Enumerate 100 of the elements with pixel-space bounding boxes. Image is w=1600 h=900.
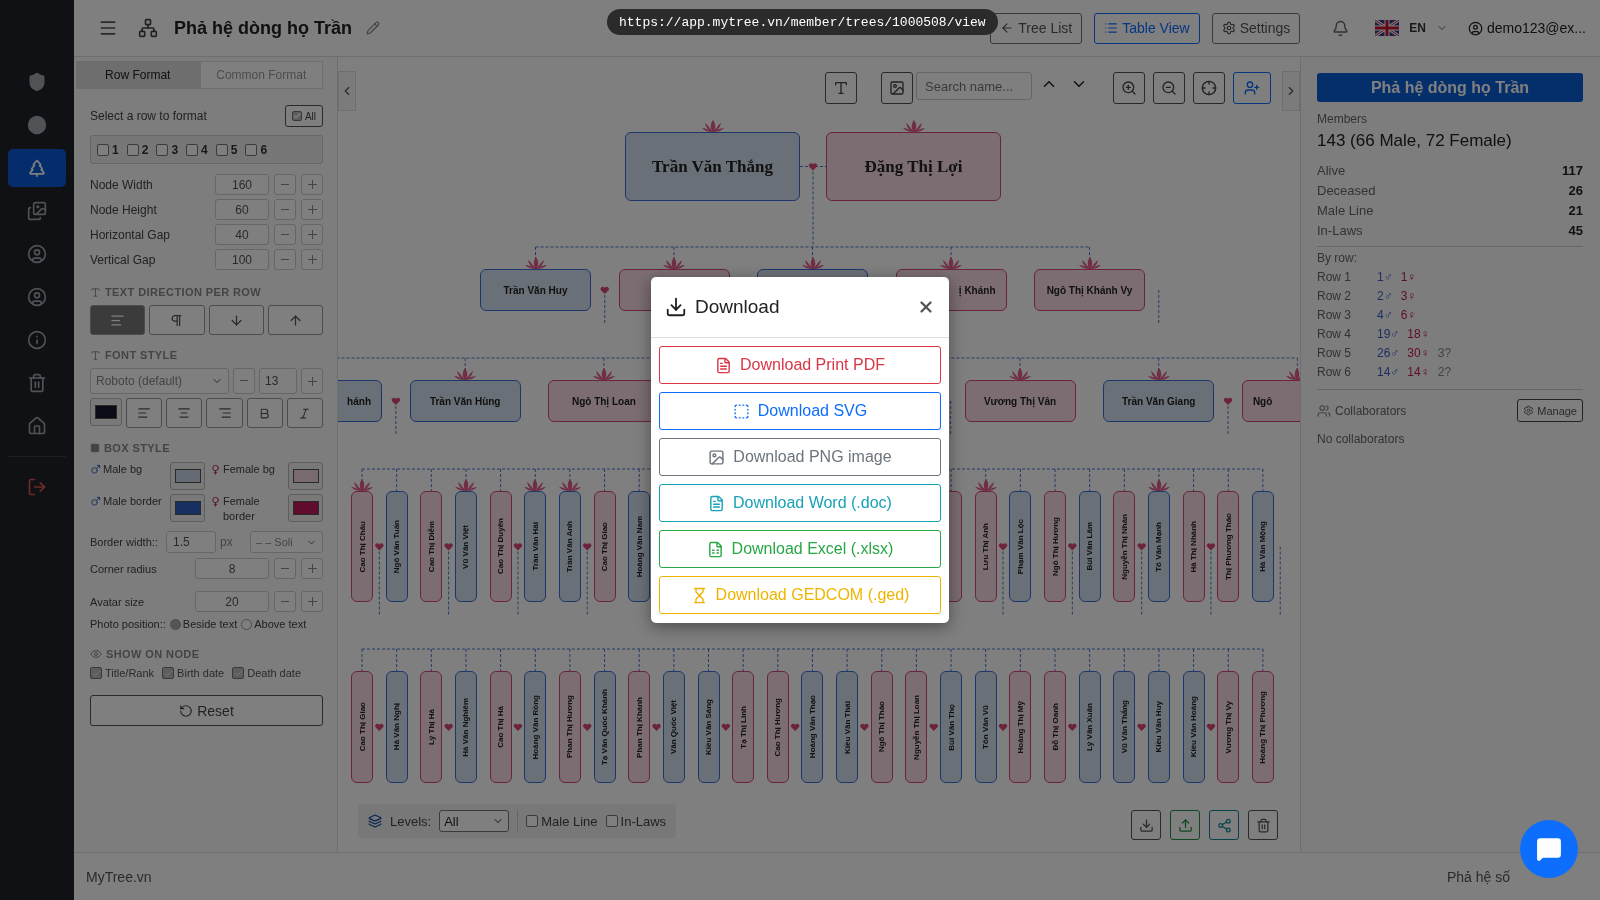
person-node[interactable]: Bùi Văn Lâm <box>1078 491 1101 602</box>
number-field[interactable]: 160 <box>215 174 269 195</box>
person-node[interactable]: Tạ Văn Quốc Khánh <box>593 671 616 783</box>
field-label: Horizontal Gap <box>90 227 172 242</box>
unknown-count: 3? <box>1437 346 1452 360</box>
field-label: Photo position:: <box>90 618 166 630</box>
person-node[interactable]: Thị Phương Thảo <box>1217 491 1240 602</box>
reset-button[interactable]: Reset <box>90 695 323 726</box>
person-node[interactable]: Vương Thị Vy <box>1217 671 1240 783</box>
toolbar-button[interactable]: Table View <box>1094 12 1200 44</box>
person-node[interactable]: Vũ Văn Thắng <box>1113 671 1136 783</box>
border-style-select[interactable]: – – Soli <box>250 531 323 553</box>
footer-brand[interactable]: MyTree.vn <box>86 868 152 885</box>
person-node[interactable]: Ngô Văn Tuấn <box>385 491 408 602</box>
person-node[interactable]: Kiều Văn Thái <box>836 671 859 783</box>
font-size-field[interactable]: 13 <box>259 368 297 394</box>
person-node[interactable]: Hà Văn Nghị <box>385 671 408 783</box>
tab[interactable]: Row Format <box>76 61 200 89</box>
person-node[interactable]: Hà Văn Mộng <box>1251 491 1274 602</box>
person-node[interactable]: Phạm Văn Lộc <box>1009 491 1032 602</box>
person-name: Cao Thị Hà <box>496 706 506 748</box>
person-node[interactable]: Đặng Thị Lợi <box>826 132 1001 201</box>
person-node[interactable]: Phan Thị Khánh <box>628 671 651 783</box>
person-node[interactable]: Trần Văn Anh <box>558 491 581 602</box>
person-name: Vương Thị Vân <box>983 395 1057 407</box>
person-node[interactable]: Cao Thị Giao <box>351 671 373 783</box>
person-node[interactable]: Trần Văn Giang <box>1103 380 1215 422</box>
person-node[interactable]: Vũ Văn Việt <box>454 491 477 602</box>
person-node[interactable]: Trần Văn Huy <box>480 269 591 311</box>
person-node[interactable]: Lưu Thị Anh <box>974 491 997 602</box>
person-node[interactable]: Văn Quốc Việt <box>662 671 685 783</box>
person-node[interactable]: Đỗ Thị Oanh <box>1044 671 1066 783</box>
person-node[interactable]: Tôn Văn Vũ <box>974 671 997 783</box>
person-node[interactable]: Ngô <box>1241 380 1300 422</box>
person-node[interactable]: Cao Thị Duyên <box>489 491 512 602</box>
number-field[interactable]: 8 <box>195 558 269 579</box>
person-node[interactable]: Cao Thị Diễm <box>420 491 443 602</box>
person-node[interactable]: Cao Thị Châu <box>351 491 373 602</box>
person-node[interactable]: Lý Văn Xuân <box>1078 671 1101 783</box>
person-node[interactable]: Vương Thị Vân <box>964 380 1076 422</box>
language-label[interactable]: EN <box>1409 21 1426 35</box>
search-field[interactable]: Search name... <box>916 72 1032 100</box>
number-field[interactable]: 60 <box>215 199 269 220</box>
female-count: 3♀ <box>1400 289 1417 303</box>
toolbar-button[interactable]: Settings <box>1211 12 1301 44</box>
number-field[interactable]: 100 <box>215 249 269 270</box>
person-name: ị Khánh <box>958 284 996 296</box>
person-node[interactable]: Ngô Thị Hương <box>1044 491 1066 602</box>
person-node[interactable]: Hà Thị Nhành <box>1182 491 1205 602</box>
person-name: Trần Văn Anh <box>565 520 575 573</box>
manage-button[interactable]: Manage <box>1517 399 1583 422</box>
person-name: Trần Văn Hải <box>530 522 540 571</box>
person-name: Kiều Văn Huy <box>1154 701 1164 753</box>
font-select[interactable]: Roboto (default) <box>90 368 229 394</box>
download-option-button[interactable]: Download Print PDF <box>659 346 941 384</box>
row-label: Row 6 <box>1317 365 1352 379</box>
male-count: 19♂ <box>1377 327 1400 341</box>
person-node[interactable]: Ngô Thị Thảo <box>870 671 893 783</box>
person-node[interactable]: Bùi Văn Thọ <box>940 671 963 783</box>
person-node[interactable]: Ngô Thị Khánh Vy <box>1034 269 1145 311</box>
person-node[interactable]: Trần Văn Hải <box>524 491 547 602</box>
person-node[interactable]: Hoàng Thị Phương <box>1251 671 1274 783</box>
person-node[interactable]: Cao Thị Hương <box>766 671 789 783</box>
person-node[interactable]: hánh <box>338 380 382 422</box>
toolbar-button[interactable]: Tree List <box>990 12 1083 44</box>
person-node[interactable]: Cao Thị Giao <box>593 491 616 602</box>
person-node[interactable]: Trần Văn Thắng <box>625 132 800 201</box>
border-width-field[interactable]: 1.5 <box>166 531 216 553</box>
person-node[interactable]: Phan Thị Hương <box>558 671 581 783</box>
levels-label: Levels: <box>390 813 432 829</box>
download-option-button[interactable]: Download Excel (.xlsx) <box>659 530 941 568</box>
person-node[interactable]: Lý Thị Hà <box>420 671 443 783</box>
user-email[interactable]: demo123@ex... <box>1486 20 1586 36</box>
person-node[interactable]: Kiều Văn Huy <box>1147 671 1170 783</box>
person-node[interactable]: Kiều Văn Sáng <box>697 671 720 783</box>
select-all-button[interactable]: All <box>284 105 323 127</box>
male-count: 2♂ <box>1377 289 1393 303</box>
download-option-button[interactable]: Download Word (.doc) <box>659 484 941 522</box>
person-node[interactable]: Kiều Văn Hoàng <box>1182 671 1205 783</box>
person-node[interactable]: Nguyễn Thị Nhàn <box>1113 491 1136 602</box>
person-node[interactable]: Tô Văn Mạnh <box>1147 491 1170 602</box>
unit-label: px <box>220 535 234 549</box>
person-node[interactable]: Hoàng Văn Rồng <box>524 671 547 783</box>
levels-select[interactable]: All <box>439 810 510 832</box>
person-node[interactable]: Hoàng Văn Nam <box>628 491 651 602</box>
person-node[interactable]: Hoàng Văn Thạo <box>801 671 824 783</box>
person-node[interactable]: Tạ Thị Linh <box>732 671 755 783</box>
person-name: Vũ Văn Việt <box>461 524 471 569</box>
dialog-title: Download <box>695 296 781 318</box>
person-node[interactable]: Nguyễn Thị Loan <box>905 671 928 783</box>
number-field[interactable]: 40 <box>215 224 269 245</box>
field-label: Node Width <box>90 177 154 192</box>
download-option-button[interactable]: Download SVG <box>659 392 941 430</box>
person-node[interactable]: Trần Văn Hùng <box>409 380 521 422</box>
number-field[interactable]: 20 <box>195 591 269 612</box>
male-count: 14♂ <box>1377 365 1400 379</box>
person-node[interactable]: Cao Thị Hà <box>489 671 512 783</box>
person-node[interactable]: Hà Văn Nghiêm <box>454 671 477 783</box>
person-node[interactable]: Hoàng Thị Mỹ <box>1009 671 1032 783</box>
download-option-button[interactable]: Download PNG image <box>659 438 941 476</box>
